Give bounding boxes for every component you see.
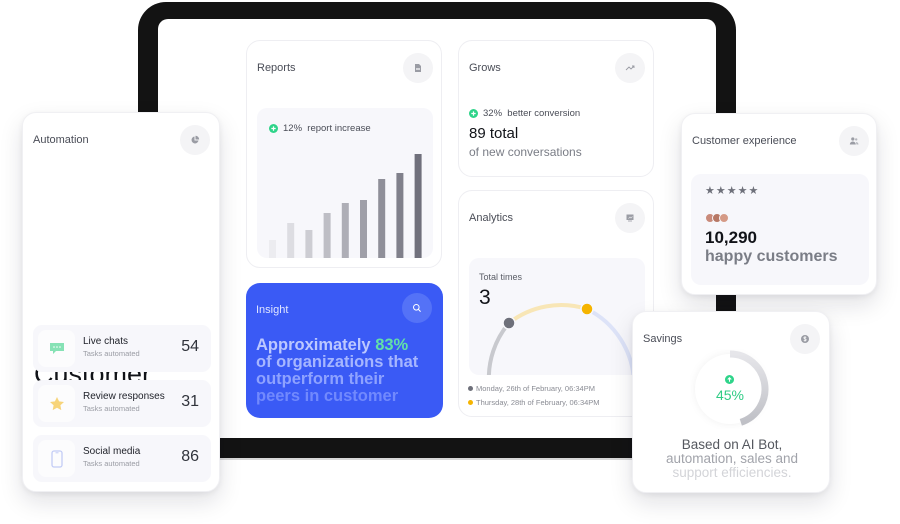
- savings-title: Savings: [643, 333, 683, 345]
- desc-line: support efficiencies.: [672, 465, 792, 480]
- reports-card[interactable]: Reports 12% report increase: [246, 40, 442, 268]
- document-icon: [415, 64, 421, 72]
- reports-bar-chart: [269, 154, 422, 258]
- star-icon: [49, 396, 64, 410]
- task-icon-box: [38, 440, 75, 477]
- desc-line: automation, sales and: [665, 451, 799, 466]
- pie-chart-icon: [191, 135, 200, 144]
- task-count: 54: [181, 338, 199, 355]
- users-icon: [849, 137, 859, 145]
- task-name: Review responses: [83, 391, 165, 402]
- task-name: Social media: [83, 446, 141, 457]
- grows-total: 89 total: [469, 125, 519, 142]
- legend-item: Monday, 26th of February, 06:34PM: [468, 384, 595, 393]
- bar-7: [378, 179, 386, 258]
- trend-up-icon: [625, 65, 635, 71]
- grows-stat-label: better conversion: [507, 108, 581, 119]
- search-icon: [413, 304, 421, 312]
- reports-icon-button[interactable]: [403, 53, 433, 83]
- bar-2: [287, 223, 295, 258]
- task-row-social-media[interactable]: Social media Tasks automated 86: [33, 435, 211, 482]
- legend-label: Monday, 26th of February, 06:34PM: [476, 384, 595, 393]
- grows-sub: of new conversations: [469, 145, 582, 159]
- legend-dot-gray: [468, 386, 473, 391]
- quote-line: of organizations that: [256, 353, 419, 371]
- bar-6: [360, 200, 367, 258]
- arrow-up-circle-icon: [725, 375, 734, 384]
- happy-customers-count: 10,290: [705, 228, 757, 247]
- grows-title: Grows: [469, 62, 501, 74]
- automation-card[interactable]: Automation +64% in total automated Custo…: [22, 112, 220, 492]
- task-sub: Tasks automated: [83, 459, 140, 468]
- reports-title: Reports: [257, 62, 296, 74]
- analytics-card[interactable]: Analytics Total times 3 Monday, 26th of …: [458, 190, 654, 417]
- task-count: 86: [181, 448, 199, 465]
- insight-quote: Approximately 83% of organizations that …: [256, 337, 438, 405]
- task-icon-box: [38, 330, 75, 367]
- analytics-icon-button[interactable]: [615, 203, 645, 233]
- happy-customers-label: happy customers: [705, 248, 838, 265]
- dollar-coin-icon: [801, 335, 809, 343]
- arc-marker-monday[interactable]: [502, 316, 516, 330]
- savings-percent: 45%: [715, 387, 745, 403]
- analytics-panel: Total times 3: [469, 258, 645, 375]
- analytics-title: Analytics: [469, 212, 514, 224]
- cx-panel: ★★★★★ 10,290 happy customers: [691, 174, 869, 285]
- savings-icon-button[interactable]: [790, 324, 820, 354]
- quote-highlight: 83%: [375, 336, 409, 354]
- grows-card[interactable]: Grows 32% better conversion 89 total of …: [458, 40, 654, 177]
- rating-stars: ★★★★★: [705, 185, 760, 197]
- quote-line: outperform their: [256, 370, 385, 388]
- task-row-live-chats[interactable]: Live chats Tasks automated 54: [33, 325, 211, 372]
- bar-9: [414, 154, 422, 258]
- plus-circle-icon: [469, 108, 478, 118]
- quote-line: peers in customer: [256, 387, 399, 405]
- presentation-icon: [626, 214, 634, 222]
- task-count: 31: [181, 393, 199, 410]
- task-icon-box: [38, 385, 75, 422]
- task-name: Live chats: [83, 336, 129, 347]
- grows-stat: 32% better conversion: [469, 108, 580, 119]
- automation-title: Automation: [33, 134, 89, 146]
- insight-card[interactable]: Insight Approximately 83% of organizatio…: [246, 283, 443, 418]
- phone-icon: [50, 449, 63, 468]
- avatar-group: [705, 213, 729, 223]
- arc-segment-future: [586, 307, 636, 375]
- avatar: [719, 213, 729, 223]
- task-sub: Tasks automated: [83, 349, 140, 358]
- bar-1: [269, 240, 276, 258]
- task-sub: Tasks automated: [83, 404, 140, 413]
- insight-title: Insight: [256, 304, 289, 316]
- legend-label: Thursday, 28th of February, 06:34PM: [476, 398, 600, 407]
- arc-segment-highlight: [507, 303, 588, 325]
- legend-item: Thursday, 28th of February, 06:34PM: [468, 398, 600, 407]
- savings-description: Based on AI Bot, automation, sales and s…: [641, 438, 823, 480]
- customer-experience-card[interactable]: Customer experience ★★★★★ 10,290 happy c…: [681, 113, 877, 295]
- quote-text: Approximately: [256, 336, 376, 354]
- task-row-review-responses[interactable]: Review responses Tasks automated 31: [33, 380, 211, 427]
- analytics-arc-chart: [486, 302, 636, 375]
- automation-icon-button[interactable]: [180, 125, 210, 155]
- cx-title: Customer experience: [692, 135, 797, 147]
- grows-stat-value: 32%: [483, 108, 503, 119]
- reports-chart-panel: 12% report increase: [257, 108, 433, 258]
- grows-icon-button[interactable]: [615, 53, 645, 83]
- legend-dot-yellow: [468, 400, 473, 405]
- bar-3: [305, 230, 313, 258]
- cx-icon-button[interactable]: [839, 126, 869, 156]
- insight-search-button[interactable]: [402, 293, 432, 323]
- bar-4: [323, 213, 331, 258]
- savings-card[interactable]: Savings 45% Based on AI Bot, automation,…: [632, 311, 830, 493]
- arc-marker-thursday[interactable]: [580, 302, 594, 316]
- bar-5: [341, 203, 349, 258]
- chat-bubble-icon: [49, 342, 64, 354]
- bar-8: [396, 173, 404, 258]
- desc-line: Based on AI Bot,: [681, 437, 783, 452]
- arc-segment-past: [486, 321, 511, 375]
